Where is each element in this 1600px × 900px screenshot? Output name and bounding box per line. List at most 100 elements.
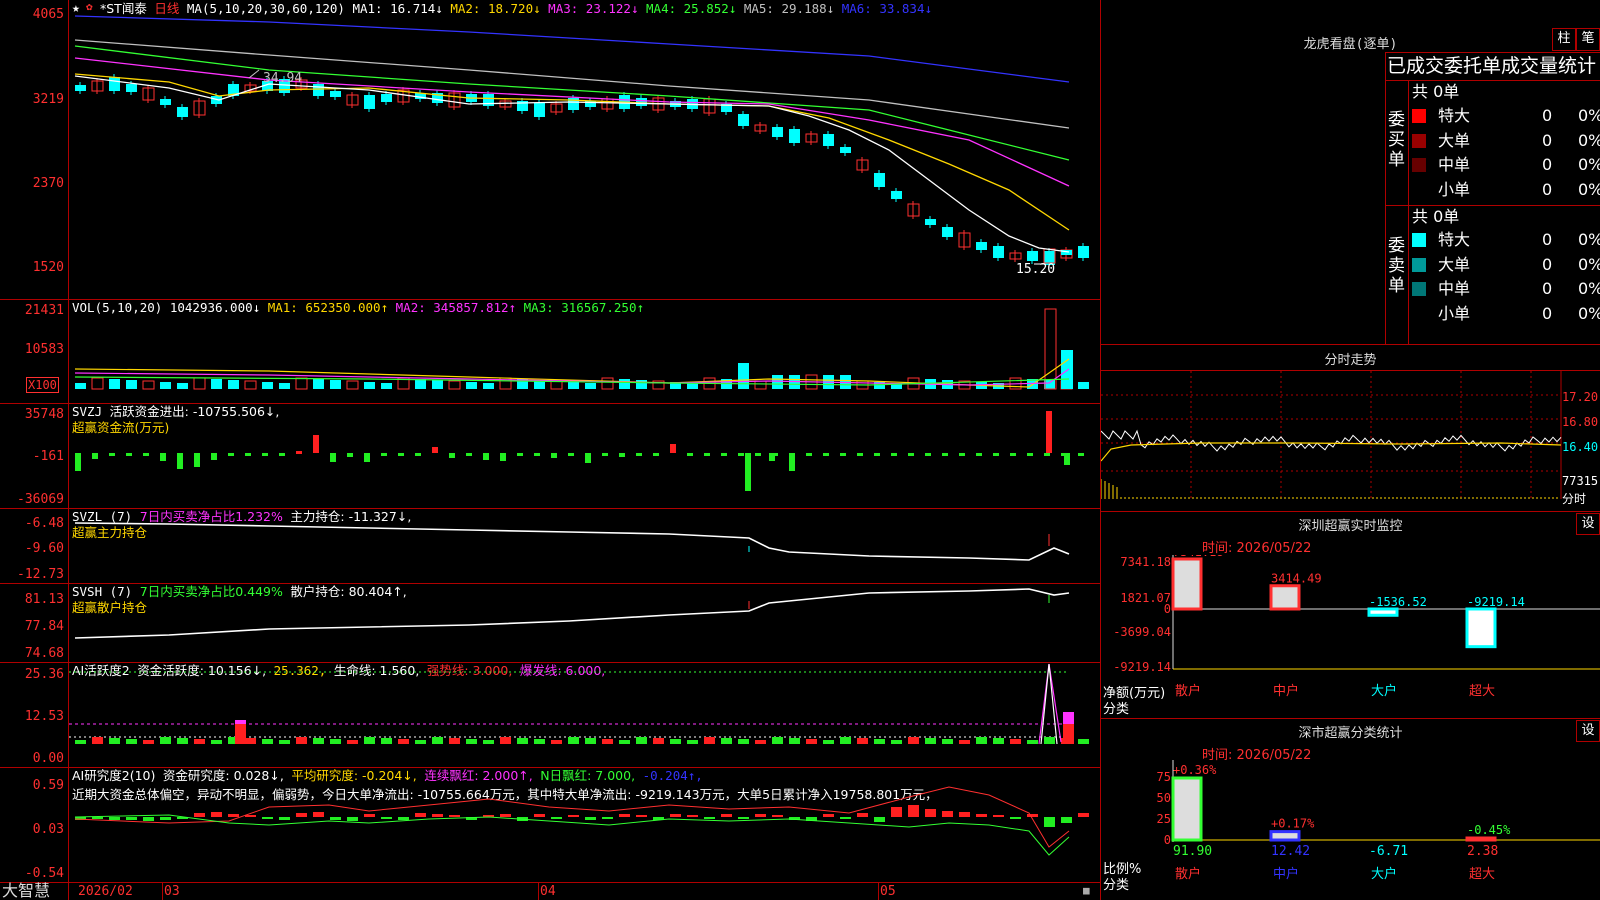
monitor-cat-label: 散户 — [1175, 683, 1201, 699]
svzj-chart[interactable] — [69, 403, 1100, 508]
monitor-bar-label: 3414.49 — [1271, 572, 1322, 586]
activity-bar — [738, 739, 749, 744]
candle-down — [313, 84, 324, 96]
flow-bar — [75, 453, 81, 471]
research-bar — [585, 817, 596, 820]
volume-bar — [75, 383, 86, 389]
bar-view-button[interactable]: 柱 — [1552, 28, 1576, 51]
classify-y-label: 0 — [1164, 833, 1171, 847]
research-bar — [1010, 817, 1021, 819]
kline-chart[interactable] — [69, 0, 1100, 299]
activity-bar — [279, 740, 290, 744]
buy-row-2: 大单 0 0% — [1412, 129, 1600, 153]
svzl-chart[interactable] — [69, 508, 1100, 583]
research-bar — [857, 813, 868, 817]
activity-bar — [177, 738, 188, 744]
activity-bar — [1063, 712, 1074, 724]
research-bar — [432, 814, 443, 817]
volume-bar — [193, 377, 206, 390]
research-bar — [330, 817, 341, 820]
sell-row-1: 特大 0 0% — [1412, 228, 1600, 252]
research-bar — [670, 814, 681, 817]
monitor-cat-label: 中户 — [1273, 683, 1299, 699]
activity-bar — [585, 738, 596, 744]
research-bar — [143, 817, 154, 821]
volume-panel[interactable]: VOL(5,10,20) 1042936.000↓ MA1: 652350.00… — [0, 299, 1100, 404]
volume-bar — [109, 379, 120, 389]
activity-bar — [1010, 739, 1021, 744]
order-size-label: 大单 — [1438, 130, 1471, 150]
activity-bar — [551, 740, 562, 744]
candle-down — [942, 227, 953, 237]
monitor-chart[interactable]: 7341.181821.070-3699.04-9219.147341.18散户… — [1101, 555, 1600, 715]
flow-bar — [449, 453, 455, 458]
research-bar — [772, 815, 783, 817]
order-size-label: 中单 — [1438, 155, 1471, 174]
candle-down — [993, 246, 1004, 258]
activity-bar — [704, 737, 715, 744]
activity-bar — [840, 737, 851, 744]
intraday-chart[interactable] — [1101, 371, 1600, 511]
ai-activity-chart[interactable] — [69, 662, 1100, 767]
volume-bar — [364, 382, 375, 389]
classify-y-label: 75 — [1157, 770, 1171, 784]
classify-bar — [1465, 836, 1497, 842]
flow-bar — [483, 453, 489, 460]
activity-bar — [296, 737, 307, 744]
activity-bar — [313, 738, 324, 744]
activity-bar — [755, 740, 766, 744]
x-label: 04 — [540, 884, 556, 899]
flow-bar — [1078, 453, 1084, 456]
research-bar — [602, 817, 613, 819]
volume-bar — [448, 380, 461, 390]
activity-bar — [959, 740, 970, 744]
classify-settings-button[interactable]: 设 — [1576, 720, 1600, 742]
activity-bar — [194, 739, 205, 744]
ai-research-panel[interactable]: AI研究度2(10) 资金研究度: 0.028↓, 平均研究度: -0.204↓… — [0, 767, 1100, 883]
kline-panel[interactable]: ★ ✿ *ST闻泰 日线 MA(5,10,20,30,60,120) MA1: … — [0, 0, 1100, 300]
monitor-settings-button[interactable]: 设 — [1576, 513, 1600, 535]
svsh-chart[interactable] — [69, 583, 1100, 662]
activity-bar — [262, 739, 273, 744]
candle-down — [738, 114, 749, 126]
lock-icon[interactable]: ■ — [1083, 884, 1090, 897]
activity-bar — [602, 739, 613, 744]
research-bar — [398, 817, 409, 820]
svsh-panel[interactable]: SVSH (7) 7日内买卖净占比0.449% 散户持仓: 80.404↑, 超… — [0, 583, 1100, 663]
flow-bar — [721, 453, 727, 456]
research-bar — [755, 814, 766, 817]
flow-bar — [160, 453, 166, 461]
ai-activity-panel[interactable]: AI活跃度2 资金活跃度: 10.156↓, 25.362, 生命线: 1.56… — [0, 662, 1100, 768]
order-pct: 0% — [1578, 279, 1600, 298]
flow-bar — [568, 453, 574, 456]
order-size-label: 小单 — [1438, 303, 1471, 323]
research-bar — [993, 815, 1004, 817]
order-pct: 0% — [1578, 230, 1600, 249]
candle-down — [891, 191, 902, 199]
classify-chart[interactable]: 75 50 25 0 +0.36% 91.90 散户 +0.17% 12.42 中户 -6.71 大户… — [1101, 760, 1600, 900]
volume-chart[interactable] — [69, 299, 1100, 403]
classify-cat-label: 大户 — [1371, 866, 1397, 882]
research-bar — [500, 814, 511, 817]
research-bar — [721, 814, 732, 817]
color-swatch — [1412, 233, 1426, 247]
svzj-panel[interactable]: SVZJ 活跃资金进出: -10755.506↓, 超赢资金流(万元) 3574… — [0, 403, 1100, 509]
ma3-line — [74, 57, 1070, 187]
svzl-y-label: -9.60 — [24, 541, 64, 556]
buy-row-4: 小单 0 0% — [1412, 178, 1600, 202]
order-count: 0 — [1542, 279, 1553, 298]
main-y-label: 1520 — [32, 260, 64, 275]
research-bar — [551, 817, 562, 819]
research-bar — [738, 817, 749, 819]
flow-bar — [245, 453, 251, 456]
classify-y-label: 50 — [1157, 791, 1171, 805]
svzl-panel[interactable]: SVZL (7) 7日内买卖净占比1.232% 主力持仓: -11.327↓, … — [0, 508, 1100, 584]
flow-bar — [262, 453, 268, 456]
ai-research-chart[interactable] — [69, 767, 1100, 882]
pen-view-button[interactable]: 笔 — [1576, 28, 1600, 51]
order-pct: 0% — [1578, 179, 1600, 199]
activity-bar — [92, 737, 103, 744]
volume-bar — [568, 382, 579, 389]
research-bar — [976, 814, 987, 817]
research-bar — [874, 817, 885, 822]
